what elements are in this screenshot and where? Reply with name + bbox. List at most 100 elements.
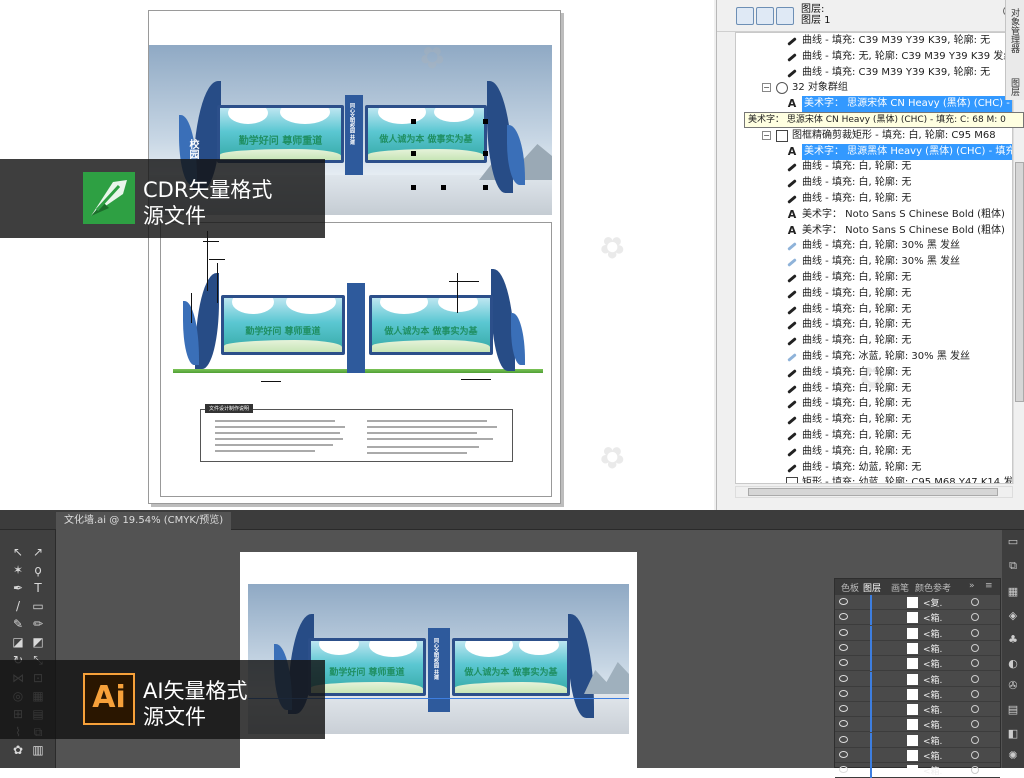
visibility-eye-icon[interactable] (839, 659, 848, 667)
line-tool-icon[interactable]: / (10, 598, 26, 614)
color-icon[interactable]: ✇ (1007, 680, 1019, 692)
symbols-icon[interactable]: ✺ (1007, 750, 1019, 762)
visibility-eye-icon[interactable] (839, 766, 848, 774)
object-tree-item[interactable]: 曲线 - 填充: 白, 轮廓: 无 (736, 159, 1012, 175)
object-tree-item[interactable]: 曲线 - 填充: 白, 轮廓: 无 (736, 175, 1012, 191)
document-tab[interactable]: 文化墙.ai @ 19.54% (CMYK/预览) (56, 512, 232, 530)
layer-row[interactable]: <箱. (835, 610, 1000, 626)
visibility-eye-icon[interactable] (839, 628, 848, 636)
panel-menu-icon[interactable]: ≡ (985, 581, 993, 591)
object-tree-item[interactable]: 曲线 - 填充: 白, 轮廓: 30% 黑 发丝 (736, 238, 1012, 254)
layer-row[interactable]: <箱. (835, 671, 1000, 687)
object-tree-item[interactable]: 曲线 - 填充: C39 M39 Y39 K39, 轮廓: 无 (736, 33, 1012, 49)
layer-target-icon[interactable] (971, 613, 979, 622)
eraser-tool-icon[interactable]: ◩ (30, 634, 46, 650)
layer-manager-view-icon[interactable] (776, 7, 794, 25)
paintbrush-tool-icon[interactable]: ✎ (10, 616, 26, 632)
object-tree-item[interactable]: 曲线 - 填充: 白, 轮廓: 无 (736, 428, 1012, 444)
rectangle-tool-icon[interactable]: ▭ (30, 598, 46, 614)
layer-target-icon[interactable] (971, 628, 979, 637)
visibility-eye-icon[interactable] (839, 689, 848, 697)
tab-layers[interactable]: 图层 (863, 581, 881, 594)
layers-list[interactable]: <复. <箱. <箱. <箱. <箱. <箱. <箱. <箱. <箱. <箱. <箱. <箱. (835, 595, 1000, 778)
layer-row[interactable]: <箱. (835, 686, 1000, 702)
pen-tool-icon[interactable]: ✒ (10, 580, 26, 596)
object-tree-item[interactable]: A 美术字： Noto Sans S Chinese Bold (粗体) (736, 207, 1012, 223)
object-tree-item[interactable]: 曲线 - 填充: 冰蓝, 轮廓: 30% 黑 发丝 (736, 349, 1012, 365)
object-tree[interactable]: 曲线 - 填充: C39 M39 Y39 K39, 轮廓: 无曲线 - 填充: … (735, 32, 1013, 484)
layer-target-icon[interactable] (971, 705, 979, 714)
show-properties-icon[interactable] (736, 7, 754, 25)
object-tree-item[interactable]: 曲线 - 填充: 白, 轮廓: 无 (736, 365, 1012, 381)
cdr-document-page[interactable]: 校园 勤学好问 尊师重道 同心文明校园 共建 做人诚为本 做事实为基 勤学好问 … (148, 10, 561, 504)
layer-row[interactable]: <箱. (835, 625, 1000, 641)
layer-row[interactable]: <箱. (835, 702, 1000, 718)
panel-collapse-icon[interactable]: » (969, 581, 975, 591)
object-tree-item[interactable]: − 32 对象群组 (736, 80, 1012, 96)
visibility-eye-icon[interactable] (839, 643, 848, 651)
object-tree-item[interactable]: 曲线 - 填充: 白, 轮廓: 无 (736, 270, 1012, 286)
layer-target-icon[interactable] (971, 720, 979, 729)
artboard-icon[interactable]: ▭ (1007, 536, 1019, 548)
layer-target-icon[interactable] (971, 643, 979, 652)
layer-target-icon[interactable] (971, 766, 979, 775)
object-tree-item[interactable]: 曲线 - 填充: C39 M39 Y39 K39, 轮廓: 无 (736, 65, 1012, 81)
object-tree-item[interactable]: 曲线 - 填充: 无, 轮廓: C39 M39 Y39 K39 发丝 (736, 49, 1012, 65)
layer-row[interactable]: <箱. (835, 640, 1000, 656)
layer-row[interactable]: <箱. (835, 748, 1000, 763)
tab-object-manager[interactable]: 对象管理器 (1008, 8, 1021, 53)
appearance-icon[interactable]: ◐ (1007, 658, 1019, 670)
object-tree-item[interactable]: 曲线 - 填充: 白, 轮廓: 无 (736, 286, 1012, 302)
tree-expand-toggle[interactable]: − (762, 83, 771, 93)
layer-row[interactable]: <箱. (835, 656, 1000, 672)
edit-across-layers-icon[interactable] (756, 7, 774, 25)
object-tree-item[interactable]: − 图框精确剪裁矩形 - 填充: 白, 轮廓: C95 M68 (736, 128, 1012, 144)
pencil-tool-icon[interactable]: ✏ (30, 616, 46, 632)
layer-target-icon[interactable] (971, 674, 979, 683)
object-tree-item[interactable]: 矩形 - 填充: 幼蓝, 轮廓: C95 M68 Y47 K14 发 (736, 475, 1012, 483)
blob-brush-tool-icon[interactable]: ◪ (10, 634, 26, 650)
visibility-eye-icon[interactable] (839, 674, 848, 682)
layer-row[interactable]: <箱. (835, 717, 1000, 733)
tab-layers[interactable]: 图层 (1008, 78, 1021, 96)
object-tree-item[interactable]: 曲线 - 填充: 白, 轮廓: 无 (736, 396, 1012, 412)
visibility-eye-icon[interactable] (839, 751, 848, 758)
object-tree-item[interactable]: 曲线 - 填充: 白, 轮廓: 无 (736, 317, 1012, 333)
layer-target-icon[interactable] (971, 598, 979, 606)
layer-target-icon[interactable] (971, 751, 979, 759)
swatches-icon[interactable]: ▤ (1007, 704, 1019, 716)
layer-row[interactable]: <箱. (835, 732, 1000, 748)
lasso-tool-icon[interactable]: ϙ (30, 562, 46, 578)
object-tree-item[interactable]: A 美术字： Noto Sans S Chinese Bold (粗体) (736, 223, 1012, 239)
tab-brushes[interactable]: 画笔 (891, 581, 909, 594)
selection-tool-icon[interactable]: ↖ (10, 544, 26, 560)
type-tool-icon[interactable]: T (30, 580, 46, 596)
transform-icon[interactable]: ⧉ (1007, 560, 1019, 572)
layer-row[interactable]: <箱. (835, 763, 1000, 778)
visibility-eye-icon[interactable] (839, 613, 848, 621)
visibility-eye-icon[interactable] (839, 705, 848, 713)
visibility-eye-icon[interactable] (839, 735, 848, 743)
object-tree-item[interactable]: 曲线 - 填充: 白, 轮廓: 30% 黑 发丝 (736, 254, 1012, 270)
layer-target-icon[interactable] (971, 735, 979, 744)
graph-tool-icon[interactable]: ▥ (30, 742, 46, 758)
layers-icon[interactable]: ◈ (1007, 610, 1019, 622)
object-tree-item[interactable]: 曲线 - 填充: 白, 轮廓: 无 (736, 412, 1012, 428)
visibility-eye-icon[interactable] (839, 720, 848, 728)
object-tree-item[interactable]: 曲线 - 填充: 白, 轮廓: 无 (736, 444, 1012, 460)
symbol-sprayer-tool-icon[interactable]: ✿ (10, 742, 26, 758)
tab-color-guide[interactable]: 颜色参考 (915, 581, 951, 594)
tab-swatches[interactable]: 色板 (841, 581, 859, 594)
object-tree-item[interactable]: 曲线 - 填充: 白, 轮廓: 无 (736, 333, 1012, 349)
visibility-eye-icon[interactable] (839, 598, 848, 605)
direct-selection-tool-icon[interactable]: ↗ (30, 544, 46, 560)
object-tree-item[interactable]: 曲线 - 填充: 白, 轮廓: 无 (736, 381, 1012, 397)
graphic-styles-icon[interactable]: ◧ (1007, 728, 1019, 740)
object-tree-item[interactable]: 曲线 - 填充: 幼蓝, 轮廓: 无 (736, 460, 1012, 476)
object-tree-horizontal-scrollbar[interactable] (735, 486, 1013, 498)
object-tree-item[interactable]: A 美术字： 思源宋体 CN Heavy (黑体) (CHC) - 填充 (736, 96, 1012, 113)
layer-target-icon[interactable] (971, 659, 979, 668)
object-tree-item[interactable]: 曲线 - 填充: 白, 轮廓: 无 (736, 302, 1012, 318)
align-icon[interactable]: ▦ (1007, 586, 1019, 598)
object-tree-item[interactable]: A 美术字： 思源黑体 Heavy (黑体) (CHC) - 填充 (736, 143, 1012, 160)
